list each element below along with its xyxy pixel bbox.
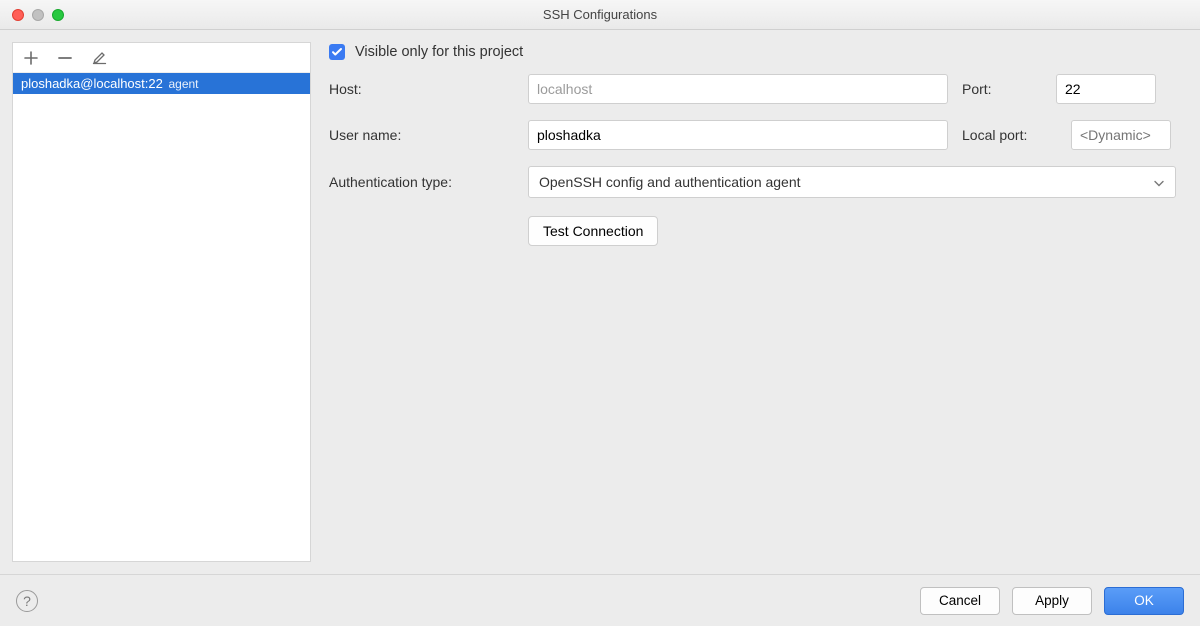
test-connection-button[interactable]: Test Connection [528,216,658,246]
visible-only-checkbox[interactable]: Visible only for this project [329,44,523,60]
ok-button[interactable]: OK [1104,587,1184,615]
list-item[interactable]: ploshadka@localhost:22 agent [13,73,310,94]
maximize-icon[interactable] [52,9,64,21]
port-input[interactable] [1056,74,1156,104]
help-icon[interactable]: ? [16,590,38,612]
check-icon [329,44,345,60]
cancel-button[interactable]: Cancel [920,587,1000,615]
local-port-input[interactable] [1071,120,1171,150]
visible-only-row: Visible only for this project [329,44,1176,60]
config-list[interactable]: ploshadka@localhost:22 agent [13,73,310,561]
auth-row: Authentication type: OpenSSH config and … [329,166,1176,198]
close-icon[interactable] [12,9,24,21]
auth-type-value: OpenSSH config and authentication agent [539,174,801,190]
add-icon[interactable] [23,50,39,66]
form-panel: Visible only for this project Host: Port… [311,30,1200,574]
host-label: Host: [329,81,514,97]
dialog-footer: ? Cancel Apply OK [0,574,1200,626]
local-port-label: Local port: [962,127,1057,143]
window-title: SSH Configurations [0,7,1200,22]
list-item-label: ploshadka@localhost:22 [21,76,163,91]
config-list-toolbar [13,43,310,73]
minimize-icon[interactable] [32,9,44,21]
list-item-suffix: agent [168,77,198,91]
traffic-lights [12,9,64,21]
host-row: Host: Port: [329,74,1176,104]
auth-type-label: Authentication type: [329,174,514,190]
titlebar: SSH Configurations [0,0,1200,30]
auth-type-select[interactable]: OpenSSH config and authentication agent [528,166,1176,198]
host-input[interactable] [528,74,948,104]
edit-icon[interactable] [91,50,107,66]
content-area: ploshadka@localhost:22 agent Visible onl… [0,30,1200,574]
remove-icon[interactable] [57,50,73,66]
user-label: User name: [329,127,514,143]
visible-only-label: Visible only for this project [355,44,523,60]
config-list-panel: ploshadka@localhost:22 agent [12,42,311,562]
username-input[interactable] [528,120,948,150]
apply-button[interactable]: Apply [1012,587,1092,615]
user-row: User name: Local port: [329,120,1176,150]
port-label: Port: [962,81,1042,97]
